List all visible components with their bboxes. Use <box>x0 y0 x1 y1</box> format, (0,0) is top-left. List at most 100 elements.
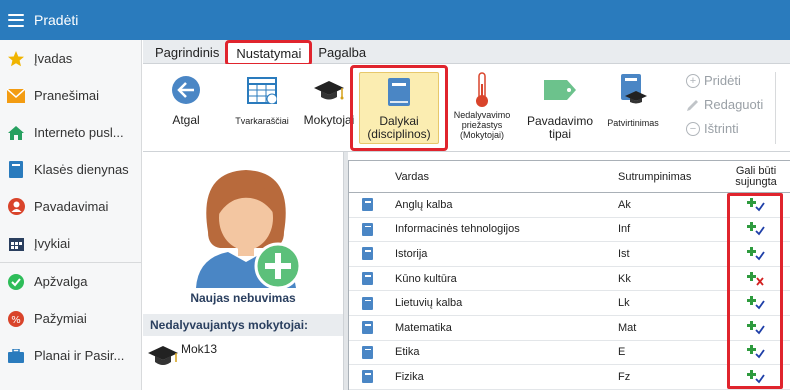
confirmations-button[interactable]: Patvirtinimas <box>602 70 664 128</box>
subjects-label-line2: (disciplinos) <box>367 127 431 141</box>
tag-icon <box>543 70 577 110</box>
graduation-cap-icon <box>147 342 179 373</box>
sidebar-item-apzvalga[interactable]: Apžvalga <box>0 263 141 300</box>
row-icon-cell <box>349 296 385 310</box>
joinable-cell[interactable] <box>723 345 789 359</box>
home-icon <box>7 124 25 142</box>
back-button[interactable]: Atgal <box>157 70 215 127</box>
joinable-cell[interactable] <box>723 246 789 261</box>
delete-button[interactable]: − Ištrinti <box>686 121 739 136</box>
substitution-types-button[interactable]: Pavadavimo tipai <box>521 70 599 141</box>
absence-reasons-button[interactable]: Nedalyvavimo priežastys (Mokytojai) <box>450 70 514 140</box>
new-absence-title: Naujas nebuvimas <box>190 291 296 305</box>
table-row[interactable]: Anglų kalba Ak <box>349 193 790 218</box>
teacher-name: Mok13 <box>181 342 218 356</box>
joinable-cell[interactable] <box>723 320 789 335</box>
join-yes-icon <box>747 296 765 310</box>
joinable-cell[interactable] <box>723 369 789 384</box>
subject-name: Kūno kultūra <box>395 272 457 285</box>
header-joinable-line1: Gali būti <box>735 164 777 177</box>
book-icon <box>361 272 373 286</box>
ribbon-divider <box>775 72 776 144</box>
absent-teachers-header: Nedalyvaujantys mokytojai: <box>143 314 343 336</box>
subject-name: Anglų kalba <box>395 198 453 211</box>
sidebar-item-ivykiai[interactable]: Įvykiai <box>0 225 141 262</box>
teachers-label: Mokytojai <box>303 113 355 127</box>
absence-label-line3: (Mokytojai) <box>459 130 504 140</box>
book-icon <box>361 247 373 261</box>
subject-abbr: Ak <box>618 198 631 211</box>
sidebar-item-planai[interactable]: Planai ir Pasir... <box>0 337 141 374</box>
book-icon <box>361 345 373 359</box>
joinable-cell[interactable] <box>723 296 789 310</box>
subject-abbr: Lk <box>618 297 630 310</box>
timetables-label: Tvarkaraščiai <box>235 116 289 126</box>
join-yes-icon <box>747 369 765 384</box>
sub-types-label-line2: tipai <box>548 127 571 141</box>
sidebar-item-label: Pavadavimai <box>34 199 109 214</box>
tab-pagalba[interactable]: Pagalba <box>310 43 374 63</box>
table-row[interactable]: Kūno kultūra Kk <box>349 267 790 292</box>
subject-name: Etika <box>395 346 420 359</box>
calendar-icon <box>7 235 25 253</box>
avatar[interactable] <box>188 162 304 291</box>
row-icon-cell <box>349 247 385 261</box>
joinable-cell[interactable] <box>723 271 789 286</box>
book-icon <box>361 370 373 384</box>
book-icon <box>361 321 373 335</box>
book-icon <box>361 222 373 236</box>
join-yes-icon <box>747 320 765 335</box>
table-row[interactable]: Matematika Mat <box>349 316 790 341</box>
sidebar-item-interneto[interactable]: Interneto pusl... <box>0 114 141 151</box>
subject-abbr: Inf <box>618 223 631 236</box>
header-joinable-line2: sujungta <box>735 175 777 188</box>
journal-icon <box>7 161 25 179</box>
subjects-button[interactable]: Dalykai (disciplinos) <box>359 72 439 144</box>
app-title: Pradėti <box>34 12 79 28</box>
confirmations-label: Patvirtinimas <box>607 118 659 128</box>
tab-pagrindinis[interactable]: Pagrindinis <box>147 43 227 63</box>
header-joinable[interactable]: Gali būti sujungta <box>723 164 789 188</box>
table-row[interactable]: Fizika Fz <box>349 365 790 390</box>
subjects-table: Vardas Sutrumpinimas Gali būti sujungta … <box>348 160 790 390</box>
sidebar-item-ivadas[interactable]: Įvadas <box>0 40 141 77</box>
join-yes-icon <box>747 222 765 236</box>
table-header: Vardas Sutrumpinimas Gali būti sujungta <box>349 161 790 193</box>
header-name[interactable]: Vardas <box>385 171 618 183</box>
row-icon-cell <box>349 198 385 212</box>
arrow-left-icon <box>171 70 201 110</box>
edit-button[interactable]: Redaguoti <box>686 97 763 112</box>
book-icon <box>361 198 373 212</box>
row-icon-cell <box>349 321 385 335</box>
add-button[interactable]: + Pridėti <box>686 73 741 88</box>
subject-name: Lietuvių kalba <box>395 297 463 310</box>
grade-icon: % <box>7 310 25 328</box>
table-row[interactable]: Lietuvių kalba Lk <box>349 291 790 316</box>
sidebar-item-label: Planai ir Pasir... <box>34 348 125 363</box>
check-circle-icon <box>7 273 25 291</box>
sidebar-item-klases-dienynas[interactable]: Klasės dienynas <box>0 151 141 188</box>
table-row[interactable]: Etika E <box>349 341 790 366</box>
teachers-button[interactable]: Mokytojai <box>303 70 355 127</box>
joinable-cell[interactable] <box>723 222 789 236</box>
sidebar-item-pazymiai[interactable]: % Pažymiai <box>0 300 141 337</box>
book-cap-icon <box>618 70 648 110</box>
sidebar-item-label: Apžvalga <box>34 274 88 289</box>
joinable-cell[interactable] <box>723 197 789 212</box>
user-swap-icon <box>7 198 25 216</box>
subject-name: Informacinės tehnologijos <box>395 223 520 236</box>
subject-name: Istorija <box>395 247 428 260</box>
timetables-button[interactable]: Tvarkaraščiai <box>231 70 293 126</box>
table-row[interactable]: Istorija Ist <box>349 242 790 267</box>
menu-icon[interactable] <box>8 13 24 27</box>
join-yes-icon <box>747 197 765 212</box>
absent-teacher-item[interactable]: Mok13 <box>147 340 217 373</box>
table-row[interactable]: Informacinės tehnologijos Inf <box>349 218 790 243</box>
sidebar-item-pavadavimai[interactable]: Pavadavimai <box>0 188 141 225</box>
sidebar-item-label: Pranešimai <box>34 88 100 103</box>
ribbon: Atgal Tvarkaraščiai Mokytojai Dalykai (d… <box>143 64 790 152</box>
sidebar-item-pranesimai[interactable]: Pranešimai <box>0 77 141 114</box>
minus-icon: − <box>686 121 700 136</box>
header-abbr[interactable]: Sutrumpinimas <box>618 171 723 183</box>
tab-nustatymai[interactable]: Nustatymai <box>225 40 313 66</box>
